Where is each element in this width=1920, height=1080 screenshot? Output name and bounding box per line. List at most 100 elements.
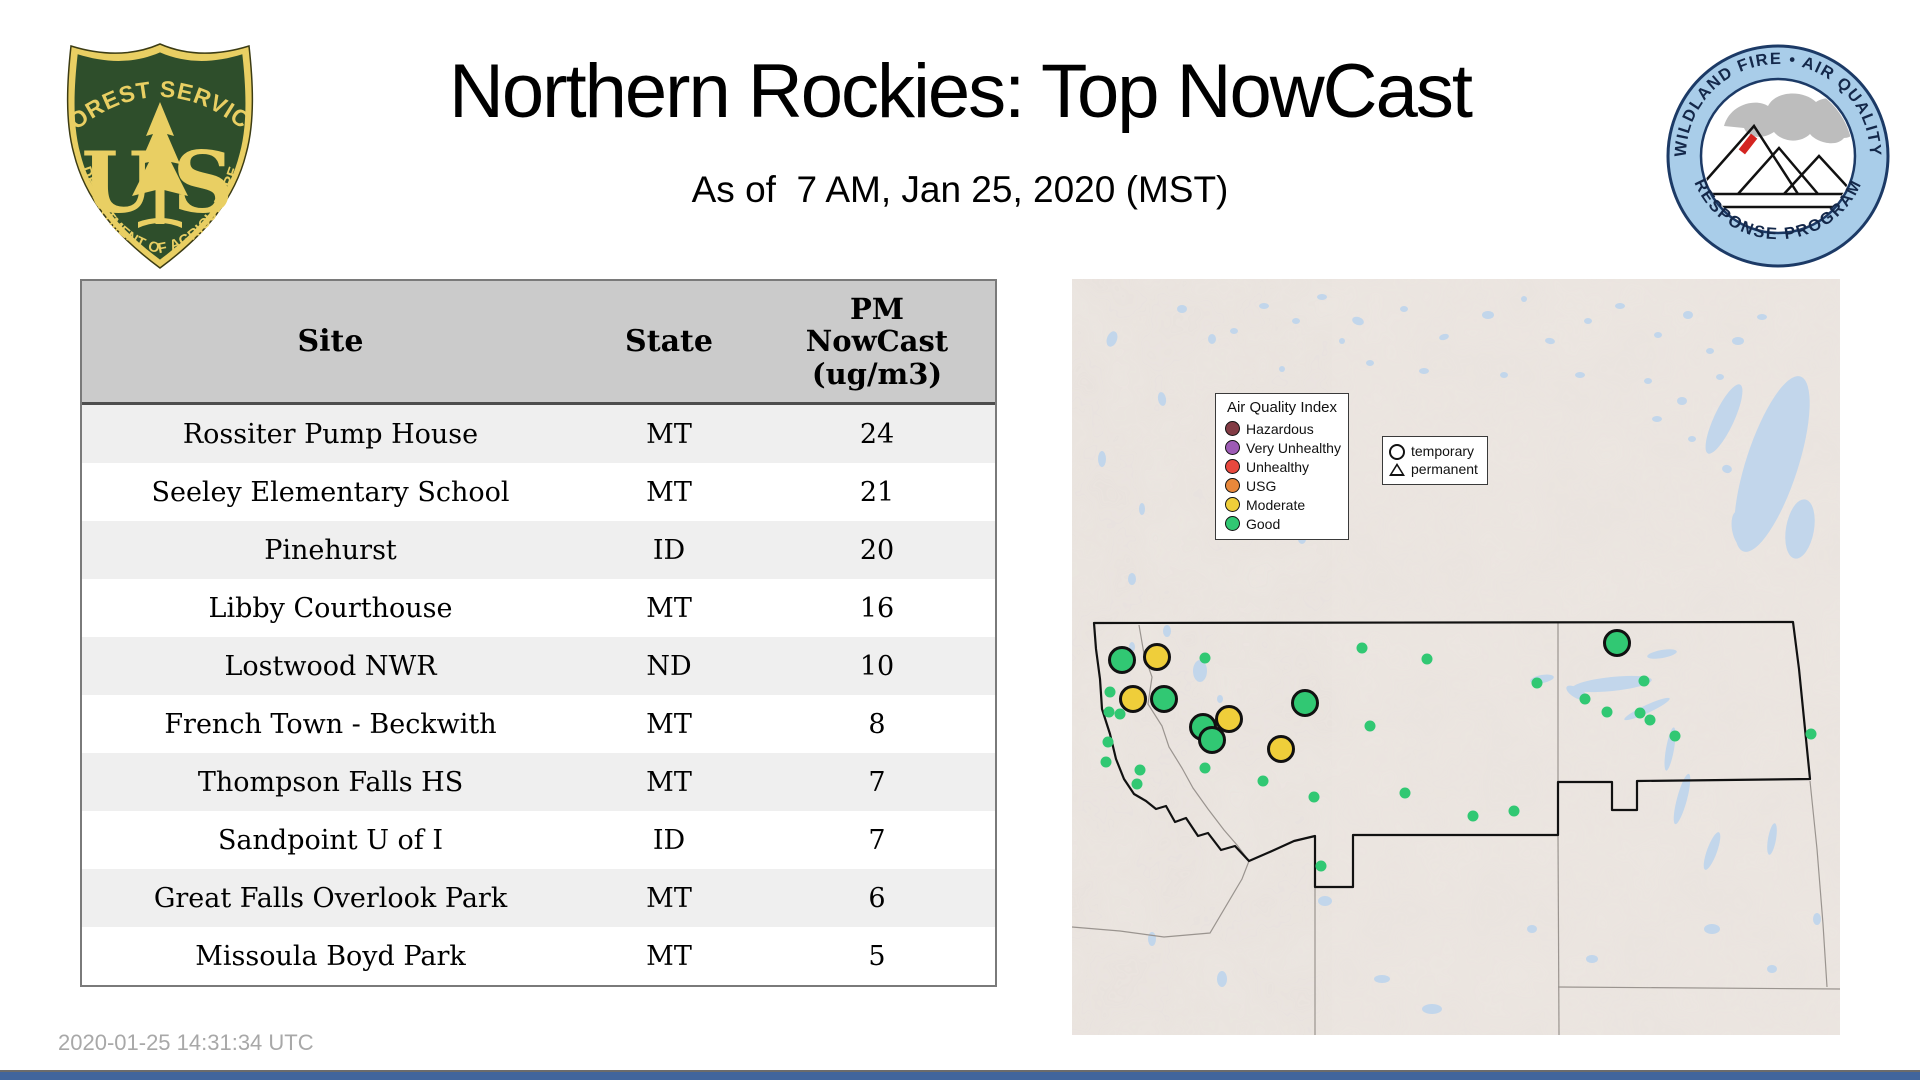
lake: [1615, 303, 1625, 309]
site-cell: Libby Courthouse: [82, 593, 579, 624]
lake: [1148, 932, 1156, 946]
temporary-monitor-circle: [1269, 737, 1294, 762]
lake: [1422, 1004, 1442, 1014]
state-cell: MT: [579, 941, 759, 972]
aqi-legend-item: USG: [1216, 476, 1348, 495]
permanent-monitor-dot: [1258, 776, 1269, 787]
value-cell: 7: [759, 825, 995, 856]
forest-service-logo: FOREST SERVICE DEPARTMENT OF AGRICULTURE…: [60, 40, 260, 272]
state-cell: MT: [579, 593, 759, 624]
lake: [1500, 372, 1508, 378]
permanent-monitor-dot: [1309, 792, 1320, 803]
lake: [1677, 397, 1687, 405]
lake: [1813, 913, 1821, 925]
permanent-monitor-dot: [1422, 654, 1433, 665]
table-row: Sandpoint U of IID7: [82, 811, 995, 869]
lake: [1128, 573, 1136, 585]
wfaqrp-badge-icon: WILDLAND FIRE • AIR QUALITY RESPONSE PRO…: [1664, 42, 1892, 270]
permanent-monitor-dot: [1135, 765, 1146, 776]
lake: [1419, 368, 1429, 374]
permanent-monitor-dot: [1806, 729, 1817, 740]
permanent-monitor-dot: [1132, 779, 1143, 790]
site-cell: Rossiter Pump House: [82, 419, 579, 450]
col-header-site: Site: [82, 324, 579, 359]
nowcast-table: Site State PM NowCast (ug/m3) Rossiter P…: [80, 279, 997, 987]
page-subtitle: As of 7 AM, Jan 25, 2020 (MST): [270, 169, 1650, 211]
temporary-monitor-circle: [1200, 728, 1225, 753]
lake: [1139, 503, 1145, 515]
value-cell: 20: [759, 535, 995, 566]
lake: [1208, 334, 1216, 344]
permanent-monitor-dot: [1670, 731, 1681, 742]
svg-text:S: S: [173, 133, 234, 232]
lake: [1575, 372, 1585, 378]
lake: [1482, 311, 1494, 319]
temporary-label: temporary: [1411, 443, 1474, 461]
lake: [1317, 294, 1327, 300]
permanent-monitor-dot: [1639, 676, 1650, 687]
page-title: Northern Rockies: Top NowCast: [270, 48, 1650, 135]
value-cell: 7: [759, 767, 995, 798]
table-row: Lostwood NWRND10: [82, 637, 995, 695]
lake: [1098, 451, 1106, 467]
permanent-monitor-dot: [1468, 811, 1479, 822]
aqi-color-dot: [1225, 516, 1240, 531]
monitor-type-legend: temporary permanent: [1382, 436, 1488, 485]
state-cell: MT: [579, 477, 759, 508]
map-canvas: [1072, 279, 1840, 1035]
lake: [1586, 955, 1598, 963]
lake: [1230, 328, 1238, 334]
lake: [1366, 360, 1374, 366]
lake: [1339, 338, 1345, 344]
temporary-monitor-circle: [1145, 645, 1170, 670]
lake: [1706, 348, 1714, 354]
site-cell: Pinehurst: [82, 535, 579, 566]
site-cell: Sandpoint U of I: [82, 825, 579, 856]
footer-bar: [0, 1072, 1920, 1080]
table-row: Rossiter Pump HouseMT24: [82, 405, 995, 463]
permanent-monitor-dot: [1200, 763, 1211, 774]
state-cell: ID: [579, 535, 759, 566]
permanent-monitor-dot: [1532, 678, 1543, 689]
state-cell: MT: [579, 767, 759, 798]
permanent-monitor-dot: [1400, 788, 1411, 799]
lake: [1217, 695, 1223, 703]
site-cell: Great Falls Overlook Park: [82, 883, 579, 914]
value-cell: 8: [759, 709, 995, 740]
table-row: Seeley Elementary SchoolMT21: [82, 463, 995, 521]
state-cell: MT: [579, 709, 759, 740]
aqi-legend-item: Hazardous: [1216, 419, 1348, 438]
table-row: Thompson Falls HSMT7: [82, 753, 995, 811]
aqi-color-dot: [1225, 478, 1240, 493]
permanent-monitor-icon: [1389, 463, 1405, 476]
permanent-monitor-dot: [1357, 643, 1368, 654]
site-cell: Thompson Falls HS: [82, 767, 579, 798]
generation-timestamp: 2020-01-25 14:31:34 UTC: [58, 1030, 314, 1056]
temporary-monitor-circle: [1217, 707, 1242, 732]
lake: [1292, 318, 1300, 324]
table-body: Rossiter Pump HouseMT24Seeley Elementary…: [82, 405, 995, 985]
value-cell: 24: [759, 419, 995, 450]
value-cell: 5: [759, 941, 995, 972]
col-header-pm-nowcast: PM NowCast (ug/m3): [759, 293, 995, 390]
permanent-monitor-dot: [1316, 861, 1327, 872]
state-cell: MT: [579, 419, 759, 450]
lake: [1217, 971, 1227, 987]
permanent-monitor-dot: [1200, 653, 1211, 664]
lake: [1683, 311, 1693, 319]
lake: [1716, 374, 1724, 380]
table-row: Great Falls Overlook ParkMT6: [82, 869, 995, 927]
permanent-monitor-dot: [1509, 806, 1520, 817]
forest-service-shield-icon: FOREST SERVICE DEPARTMENT OF AGRICULTURE…: [60, 40, 260, 272]
table-header-row: Site State PM NowCast (ug/m3): [82, 281, 995, 405]
state-cell: MT: [579, 883, 759, 914]
value-cell: 21: [759, 477, 995, 508]
lake: [1259, 303, 1269, 309]
lake: [1279, 366, 1285, 372]
temporary-monitor-icon: [1389, 444, 1405, 460]
lake: [1767, 965, 1777, 973]
permanent-monitor-dot: [1365, 721, 1376, 732]
aqi-color-dot: [1225, 421, 1240, 436]
lake: [1652, 416, 1662, 422]
value-cell: 16: [759, 593, 995, 624]
